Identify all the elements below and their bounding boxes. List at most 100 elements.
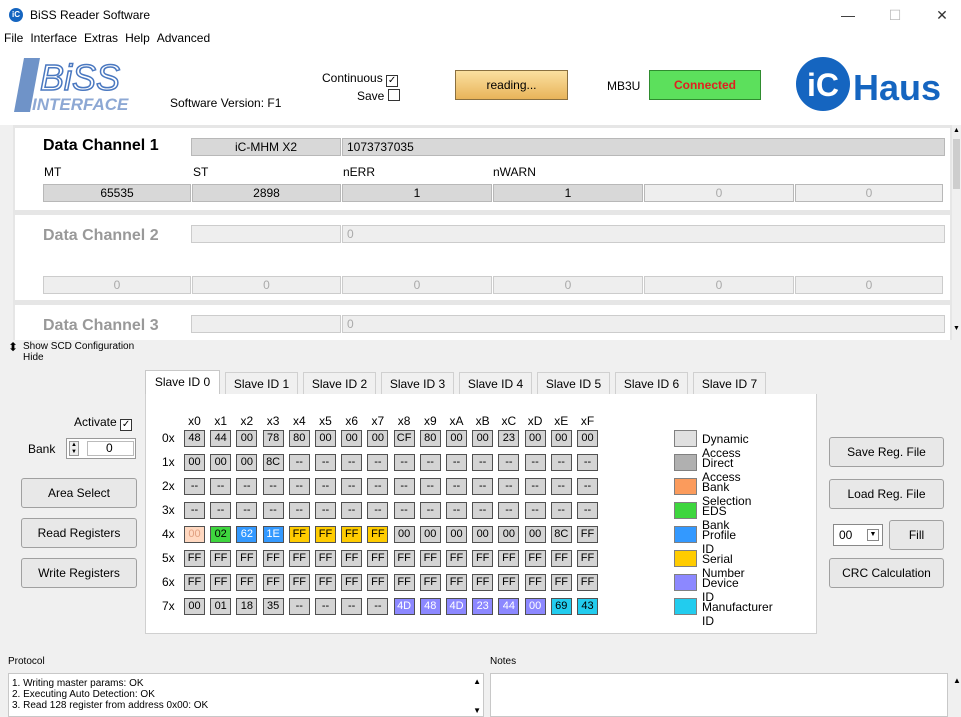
register-cell[interactable]: 23 — [498, 430, 520, 447]
bank-input[interactable]: 0 — [87, 441, 134, 456]
notes-field[interactable] — [490, 673, 948, 717]
register-cell[interactable]: 00 — [184, 526, 205, 543]
register-cell[interactable]: FF — [419, 550, 441, 567]
register-cell[interactable]: -- — [524, 454, 546, 471]
register-cell[interactable]: -- — [524, 478, 546, 495]
register-cell[interactable]: FF — [524, 574, 546, 591]
menu-help[interactable]: Help — [121, 30, 153, 45]
register-cell[interactable]: FF — [184, 574, 205, 591]
continuous-checkbox[interactable]: ✓ — [386, 75, 399, 87]
register-cell[interactable]: FF — [315, 526, 336, 543]
register-cell[interactable]: FF — [341, 550, 363, 567]
register-cell[interactable]: -- — [550, 454, 572, 471]
register-cell[interactable]: FF — [341, 574, 363, 591]
register-cell[interactable]: -- — [367, 502, 389, 519]
register-cell[interactable]: 00 — [184, 454, 205, 471]
register-cell[interactable]: FF — [262, 550, 284, 567]
fill-value-select[interactable]: 00 ▼ — [833, 524, 883, 546]
register-cell[interactable]: FF — [210, 550, 232, 567]
maximize-button[interactable]: ☐ — [872, 0, 918, 30]
menu-interface[interactable]: Interface — [26, 30, 80, 45]
hide-label[interactable]: Hide — [23, 352, 44, 363]
tab-slave-id-3[interactable]: Slave ID 3 — [381, 372, 454, 394]
register-cell[interactable]: FF — [210, 574, 232, 591]
tab-slave-id-1[interactable]: Slave ID 1 — [225, 372, 298, 394]
spin-arrows-icon[interactable]: ▲ ▼ — [69, 441, 79, 456]
register-cell[interactable]: 44 — [498, 598, 520, 615]
register-cell[interactable]: 00 — [446, 526, 467, 543]
register-cell[interactable]: FF — [262, 574, 284, 591]
register-cell[interactable]: FF — [367, 526, 389, 543]
read-registers-button[interactable]: Read Registers — [21, 518, 137, 548]
fill-button[interactable]: Fill — [889, 520, 944, 550]
register-cell[interactable]: 01 — [210, 598, 232, 615]
register-cell[interactable]: -- — [446, 502, 467, 519]
register-cell[interactable]: FF — [472, 574, 494, 591]
register-cell[interactable]: -- — [184, 502, 205, 519]
scroll-down-icon[interactable]: ▼ — [953, 325, 960, 332]
register-cell[interactable]: 00 — [498, 526, 520, 543]
register-cell[interactable]: FF — [577, 574, 598, 591]
register-cell[interactable]: -- — [315, 598, 336, 615]
register-cell[interactable]: 23 — [472, 598, 494, 615]
register-cell[interactable]: FF — [550, 550, 572, 567]
register-cell[interactable]: -- — [367, 454, 389, 471]
register-cell[interactable]: FF — [236, 550, 258, 567]
register-cell[interactable]: -- — [550, 478, 572, 495]
load-reg-file-button[interactable]: Load Reg. File — [829, 479, 944, 509]
register-cell[interactable]: 00 — [210, 454, 232, 471]
register-cell[interactable]: 00 — [577, 430, 598, 447]
tab-slave-id-2[interactable]: Slave ID 2 — [303, 372, 376, 394]
register-cell[interactable]: FF — [472, 550, 494, 567]
register-cell[interactable]: FF — [184, 550, 205, 567]
register-cell[interactable]: 00 — [184, 598, 205, 615]
register-cell[interactable]: -- — [262, 502, 284, 519]
register-cell[interactable]: 00 — [472, 526, 494, 543]
dropdown-arrow-icon[interactable]: ▼ — [867, 529, 879, 541]
register-cell[interactable]: -- — [446, 478, 467, 495]
register-cell[interactable]: 00 — [524, 526, 546, 543]
register-cell[interactable]: -- — [498, 454, 520, 471]
register-cell[interactable]: -- — [524, 502, 546, 519]
channels-scrollbar[interactable]: ▲ ▼ — [952, 125, 961, 340]
register-cell[interactable]: -- — [262, 478, 284, 495]
register-cell[interactable]: 80 — [288, 430, 310, 447]
register-cell[interactable]: FF — [288, 526, 310, 543]
register-cell[interactable]: -- — [288, 598, 310, 615]
scroll-up-icon[interactable]: ▲ — [473, 676, 481, 687]
minimize-button[interactable]: — — [825, 0, 871, 30]
register-cell[interactable]: 00 — [236, 430, 258, 447]
register-cell[interactable]: -- — [341, 502, 363, 519]
menu-advanced[interactable]: Advanced — [153, 30, 213, 45]
menu-file[interactable]: File — [0, 30, 26, 45]
register-cell[interactable]: -- — [419, 454, 441, 471]
register-cell[interactable]: -- — [341, 598, 363, 615]
crc-calculation-button[interactable]: CRC Calculation — [829, 558, 944, 588]
register-cell[interactable]: FF — [446, 550, 467, 567]
register-cell[interactable]: -- — [236, 478, 258, 495]
register-cell[interactable]: -- — [341, 454, 363, 471]
register-cell[interactable]: -- — [393, 478, 415, 495]
register-cell[interactable]: -- — [367, 478, 389, 495]
register-cell[interactable]: 69 — [550, 598, 572, 615]
register-cell[interactable]: 00 — [472, 430, 494, 447]
register-cell[interactable]: -- — [577, 478, 598, 495]
register-cell[interactable]: 00 — [341, 430, 363, 447]
register-cell[interactable]: 62 — [236, 526, 258, 543]
register-cell[interactable]: 00 — [236, 454, 258, 471]
register-cell[interactable]: 44 — [210, 430, 232, 447]
tab-slave-id-4[interactable]: Slave ID 4 — [459, 372, 532, 394]
register-cell[interactable]: -- — [577, 502, 598, 519]
register-cell[interactable]: 48 — [184, 430, 205, 447]
register-cell[interactable]: -- — [210, 502, 232, 519]
register-cell[interactable]: 35 — [262, 598, 284, 615]
register-cell[interactable]: FF — [577, 526, 598, 543]
register-cell[interactable]: -- — [315, 454, 336, 471]
register-cell[interactable]: -- — [288, 454, 310, 471]
register-cell[interactable]: -- — [577, 454, 598, 471]
register-cell[interactable]: 00 — [393, 526, 415, 543]
register-cell[interactable]: -- — [367, 598, 389, 615]
register-cell[interactable]: -- — [498, 478, 520, 495]
register-cell[interactable]: 80 — [419, 430, 441, 447]
register-cell[interactable]: -- — [236, 502, 258, 519]
